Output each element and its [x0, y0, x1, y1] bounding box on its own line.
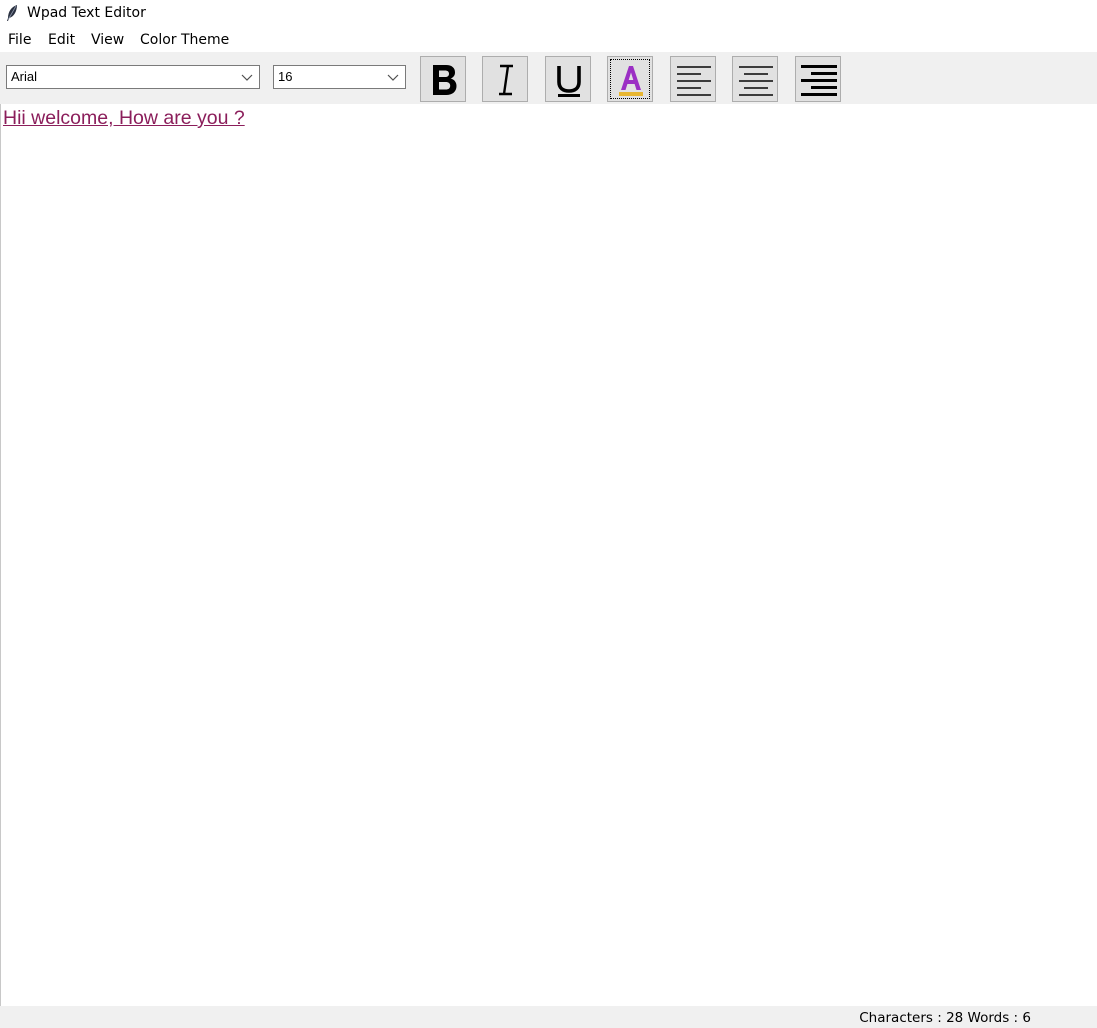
chevron-down-icon — [241, 74, 253, 81]
status-counts: Characters : 28 Words : 6 — [859, 1010, 1031, 1026]
bold-icon — [433, 65, 457, 95]
font-family-select[interactable]: Arial — [6, 65, 260, 89]
feather-icon — [7, 5, 17, 21]
window-title: Wpad Text Editor — [27, 5, 146, 21]
font-color-icon — [619, 66, 643, 96]
font-size-select[interactable]: 16 — [273, 65, 406, 89]
font-size-value: 16 — [278, 69, 293, 84]
align-left-button[interactable] — [670, 56, 716, 102]
menu-file[interactable]: File — [8, 32, 31, 48]
menu-color-theme[interactable]: Color Theme — [140, 32, 229, 48]
menu-edit[interactable]: Edit — [48, 32, 75, 48]
title-bar: Wpad Text Editor — [0, 0, 1097, 28]
font-color-button[interactable] — [607, 56, 653, 102]
editor-window: Wpad Text Editor File Edit View Color Th… — [0, 0, 1097, 1028]
bold-button[interactable] — [420, 56, 466, 102]
chevron-down-icon — [387, 74, 399, 81]
underline-button[interactable] — [545, 56, 591, 102]
align-right-icon — [801, 65, 837, 96]
italic-button[interactable] — [482, 56, 528, 102]
align-right-button[interactable] — [795, 56, 841, 102]
font-family-value: Arial — [11, 69, 38, 84]
status-bar: Characters : 28 Words : 6 — [0, 1006, 1097, 1028]
align-center-icon — [739, 66, 773, 96]
text-area[interactable]: Hii welcome, How are you ? — [0, 104, 1097, 1006]
toolbar: Arial 16 — [0, 52, 1097, 104]
menu-view[interactable]: View — [91, 32, 124, 48]
underline-icon — [557, 66, 581, 97]
editor-text: Hii welcome, How are you ? — [3, 107, 245, 129]
menu-bar: File Edit View Color Theme — [0, 29, 1097, 51]
align-center-button[interactable] — [732, 56, 778, 102]
italic-icon — [499, 64, 513, 96]
align-left-icon — [677, 66, 711, 96]
